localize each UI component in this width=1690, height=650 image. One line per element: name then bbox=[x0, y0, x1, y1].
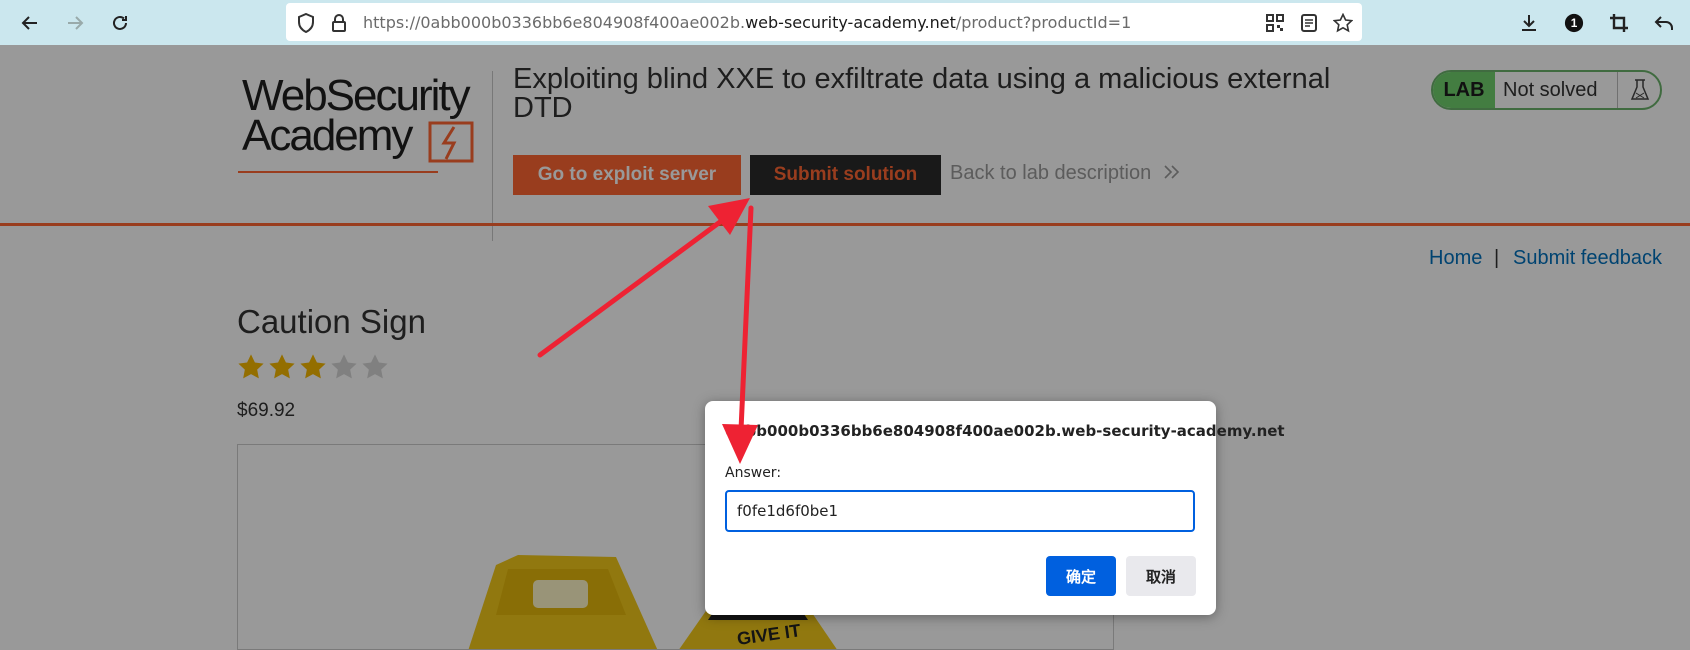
bookmark-star-icon[interactable] bbox=[1332, 12, 1354, 34]
answer-input[interactable] bbox=[725, 490, 1195, 532]
reload-icon[interactable] bbox=[105, 8, 135, 38]
qr-code-icon[interactable] bbox=[1264, 12, 1286, 34]
undo-icon[interactable] bbox=[1649, 8, 1679, 38]
cancel-button[interactable]: 取消 bbox=[1126, 556, 1196, 596]
dialog-origin: 0abb000b0336bb6e804908f400ae002b.web-sec… bbox=[725, 422, 1285, 440]
url-path: /product?productId=1 bbox=[955, 13, 1132, 32]
url-text[interactable]: https://0abb000b0336bb6e804908f400ae002b… bbox=[363, 13, 1131, 32]
extension-badge-icon[interactable]: 1 bbox=[1559, 8, 1589, 38]
url-prefix: https://0abb000b0336bb6e804908f400ae002b… bbox=[363, 13, 746, 32]
browser-toolbar: https://0abb000b0336bb6e804908f400ae002b… bbox=[0, 0, 1690, 45]
shield-icon[interactable] bbox=[295, 12, 317, 34]
back-arrow-icon[interactable] bbox=[15, 8, 45, 38]
prompt-dialog: 0abb000b0336bb6e804908f400ae002b.web-sec… bbox=[705, 401, 1285, 615]
forward-arrow-icon[interactable] bbox=[60, 8, 90, 38]
extension-badge-count: 1 bbox=[1571, 16, 1578, 30]
download-icon[interactable] bbox=[1514, 8, 1544, 38]
ok-button[interactable]: 确定 bbox=[1046, 556, 1116, 596]
address-bar[interactable]: https://0abb000b0336bb6e804908f400ae002b… bbox=[286, 3, 1362, 41]
reader-view-icon[interactable] bbox=[1298, 12, 1320, 34]
dialog-answer-label: Answer: bbox=[725, 465, 782, 481]
url-domain: web-security-academy.net bbox=[745, 13, 956, 32]
crop-icon[interactable] bbox=[1604, 8, 1634, 38]
lock-icon[interactable] bbox=[328, 12, 350, 34]
